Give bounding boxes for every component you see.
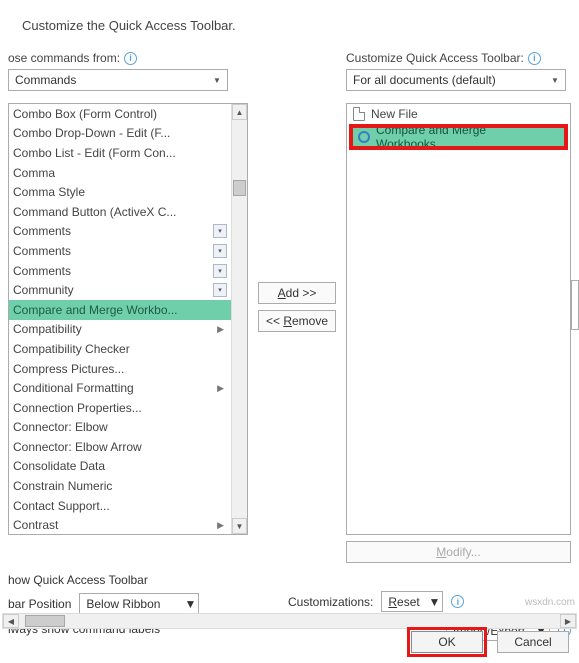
list-item[interactable]: Comma Style (9, 182, 231, 202)
list-item-label: Connector: Elbow Arrow (13, 440, 142, 454)
chevron-down-icon: ▼ (209, 72, 225, 88)
list-item[interactable]: Consolidate Data (9, 457, 231, 477)
list-item[interactable]: Connection Properties... (9, 398, 231, 418)
list-item-label: Conditional Formatting (13, 381, 134, 395)
qat-list-item[interactable]: Compare and Merge Workbooks... (352, 127, 565, 147)
list-item-label: Combo Box (Form Control) (13, 107, 157, 121)
list-item[interactable]: Compatibility Checker (9, 339, 231, 359)
list-item[interactable]: Comments ▾ (9, 222, 231, 242)
list-item-label: Compress Pictures... (13, 362, 124, 376)
list-item[interactable]: Connector: Elbow Arrow (9, 437, 231, 457)
list-item[interactable]: Conditional Formatting ▶ (9, 378, 231, 398)
list-item-label: Comma (13, 166, 55, 180)
chevron-down-icon: ▼ (547, 72, 563, 88)
file-icon (353, 107, 365, 121)
scroll-thumb[interactable] (233, 180, 246, 196)
list-item[interactable]: Contrast ▶ (9, 515, 231, 534)
remove-button[interactable]: << Remove (258, 310, 336, 332)
chevron-down-icon: ▼ (184, 597, 196, 611)
list-item[interactable]: Combo Box (Form Control) (9, 104, 231, 124)
split-dropdown-icon[interactable]: ▾ (213, 264, 227, 278)
toolbar-position-value: Below Ribbon (86, 597, 160, 611)
list-item-label: Comments (13, 244, 71, 258)
list-item-label: Comments (13, 224, 71, 238)
list-item-label: Combo List - Edit (Form Con... (13, 146, 176, 160)
info-icon[interactable]: i (528, 52, 541, 65)
submenu-arrow-icon: ▶ (217, 520, 227, 531)
list-item[interactable]: Constrain Numeric (9, 476, 231, 496)
remove-label-rest: emove (292, 314, 328, 328)
list-item[interactable]: Connector: Elbow (9, 418, 231, 438)
list-item-label: Compatibility (13, 322, 82, 336)
qat-scope-dropdown[interactable]: For all documents (default) ▼ (346, 69, 566, 91)
qat-list-item[interactable]: New File (347, 104, 570, 124)
qat-item-label: Compare and Merge Workbooks... (376, 123, 559, 151)
list-item-label: Contrast (13, 518, 58, 532)
split-dropdown-icon[interactable]: ▾ (213, 224, 227, 238)
qat-scope-value: For all documents (default) (353, 73, 496, 87)
customizations-label: Customizations: (288, 595, 373, 609)
scroll-down-icon[interactable]: ▼ (232, 518, 247, 534)
submenu-arrow-icon: ▶ (217, 383, 227, 394)
add-label-rest: dd >> (286, 286, 317, 300)
list-item-label: Consolidate Data (13, 459, 105, 473)
list-item[interactable]: Comma (9, 163, 231, 183)
info-icon[interactable]: i (124, 52, 137, 65)
chevron-down-icon: ▼ (428, 595, 440, 609)
scroll-left-icon[interactable]: ◀ (3, 614, 19, 628)
qat-listbox[interactable]: New File Compare and Merge Workbooks... (346, 103, 571, 535)
list-item-label: Community (13, 283, 74, 297)
list-item[interactable]: Combo List - Edit (Form Con... (9, 143, 231, 163)
list-item[interactable]: Combo Drop-Down - Edit (F... (9, 124, 231, 144)
add-button[interactable]: Add >> (258, 282, 336, 304)
list-item[interactable]: Compatibility ▶ (9, 320, 231, 340)
watermark: wsxdn.com (525, 597, 575, 608)
list-item-label: Constrain Numeric (13, 479, 112, 493)
info-icon[interactable]: i (451, 595, 464, 608)
list-item[interactable]: Compress Pictures... (9, 359, 231, 379)
modify-button: Modify... (346, 541, 571, 563)
list-item-label: Compatibility Checker (13, 342, 130, 356)
show-qat-label: how Quick Access Toolbar (8, 573, 248, 587)
list-item-label: Comments (13, 264, 71, 278)
list-item[interactable]: Comments ▾ (9, 241, 231, 261)
commands-category-value: Commands (15, 73, 76, 87)
scroll-thumb-horizontal[interactable] (25, 615, 65, 627)
reorder-handle[interactable] (571, 280, 579, 330)
list-item[interactable]: Contact Support... (9, 496, 231, 516)
commands-category-dropdown[interactable]: Commands ▼ (8, 69, 228, 91)
scrollbar-vertical[interactable]: ▲ ▼ (231, 104, 247, 534)
scroll-up-icon[interactable]: ▲ (232, 104, 247, 120)
customize-qat-label: Customize Quick Access Toolbar: (346, 51, 524, 65)
toolbar-position-dropdown[interactable]: Below Ribbon ▼ (79, 593, 199, 614)
choose-commands-label: ose commands from: (8, 51, 120, 65)
scroll-right-icon[interactable]: ▶ (560, 614, 576, 628)
submenu-arrow-icon: ▶ (217, 324, 227, 335)
list-item-label: Compare and Merge Workbo... (13, 303, 178, 317)
list-item-label: Connection Properties... (13, 401, 142, 415)
list-item-label: Command Button (ActiveX C... (13, 205, 176, 219)
split-dropdown-icon[interactable]: ▾ (213, 244, 227, 258)
cancel-button[interactable]: Cancel (497, 631, 569, 653)
ring-icon (358, 131, 370, 143)
reset-dropdown[interactable]: Reset ▼ (381, 591, 443, 612)
dialog-title: Customize the Quick Access Toolbar. (22, 18, 571, 33)
split-dropdown-icon[interactable]: ▾ (213, 283, 227, 297)
toolbar-position-label: bar Position (8, 597, 71, 611)
list-item[interactable]: Community ▾ (9, 280, 231, 300)
list-item-label: Connector: Elbow (13, 420, 108, 434)
list-item-label: Combo Drop-Down - Edit (F... (13, 126, 170, 140)
qat-item-label: New File (371, 107, 418, 121)
ok-button[interactable]: OK (411, 631, 483, 653)
commands-listbox[interactable]: Combo Box (Form Control) Combo Drop-Down … (8, 103, 248, 535)
list-item-label: Comma Style (13, 185, 85, 199)
list-item[interactable]: Compare and Merge Workbo... (9, 300, 231, 320)
list-item[interactable]: Comments ▾ (9, 261, 231, 281)
list-item-label: Contact Support... (13, 499, 110, 513)
list-item[interactable]: Command Button (ActiveX C... (9, 202, 231, 222)
